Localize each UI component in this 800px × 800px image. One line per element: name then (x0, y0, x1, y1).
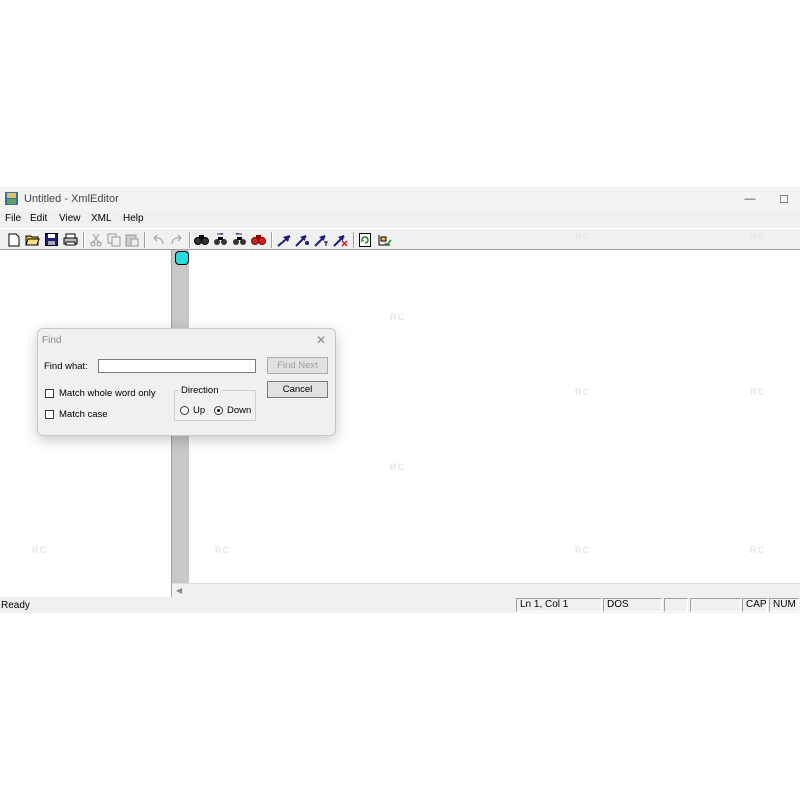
match-case-checkbox[interactable] (45, 410, 54, 419)
window-title: Untitled - XmlEditor (24, 193, 119, 205)
find-what-input[interactable] (98, 359, 256, 373)
watermark: RC (32, 545, 47, 555)
refresh-icon[interactable] (358, 232, 373, 247)
watermark: RC (750, 545, 765, 555)
menu-edit[interactable]: Edit (30, 213, 47, 224)
status-ready: Ready (1, 600, 30, 611)
watermark: RC (575, 545, 590, 555)
horizontal-scrollbar[interactable]: ◀ (172, 583, 800, 597)
match-whole-word-label: Match whole word only (59, 388, 156, 399)
minimize-button[interactable]: — (742, 190, 758, 208)
copy-icon[interactable] (106, 232, 121, 247)
status-panel-empty (664, 598, 688, 612)
direction-up-radio[interactable] (180, 406, 189, 415)
menu-bar: File Edit View XML Help (0, 211, 800, 228)
cancel-button[interactable]: Cancel (267, 381, 328, 398)
title-bar: Untitled - XmlEditor — ☐ (0, 187, 800, 211)
direction-up-label: Up (193, 405, 206, 416)
redo-icon[interactable] (169, 232, 184, 247)
watermark: RC (575, 387, 590, 397)
toolbar (0, 228, 800, 250)
close-icon[interactable]: ✕ (316, 333, 326, 347)
watermark: RC (390, 462, 405, 472)
status-line-endings: DOS (603, 598, 662, 612)
match-whole-word-checkbox[interactable] (45, 389, 54, 398)
menu-view[interactable]: View (59, 213, 81, 224)
find-dialog: Find ✕ Find what: Find Next Cancel Match… (37, 328, 336, 436)
scroll-left-icon[interactable]: ◀ (176, 586, 182, 595)
insert-attribute-icon[interactable] (295, 232, 310, 247)
undo-icon[interactable] (150, 232, 165, 247)
cut-icon[interactable] (88, 232, 103, 247)
find-previous-icon[interactable] (232, 232, 247, 247)
maximize-button[interactable]: ☐ (776, 190, 792, 208)
find-dialog-title: Find (42, 335, 62, 346)
watermark: RC (750, 387, 765, 397)
save-icon[interactable] (44, 232, 59, 247)
direction-label: Direction (179, 385, 221, 396)
direction-group: Direction Up Down (174, 385, 256, 421)
watermark: RC (575, 231, 590, 241)
insert-text-icon[interactable] (314, 232, 329, 247)
watermark: RC (215, 545, 230, 555)
match-case-label: Match case (59, 409, 108, 420)
menu-help[interactable]: Help (123, 213, 144, 224)
app-icon (5, 192, 18, 205)
find-icon[interactable] (194, 232, 209, 247)
open-icon[interactable] (25, 232, 40, 247)
status-bar: Ready Ln 1, Col 1 DOS CAP NUM (0, 597, 800, 613)
root-node-marker[interactable] (175, 251, 189, 265)
status-num: NUM (769, 598, 799, 612)
watermark: RC (390, 312, 405, 322)
direction-down-label: Down (227, 405, 252, 416)
find-next-button[interactable]: Find Next (267, 357, 328, 374)
direction-down-radio[interactable] (214, 406, 223, 415)
print-icon[interactable] (63, 232, 78, 247)
validate-icon[interactable] (377, 232, 392, 247)
replace-icon[interactable] (251, 232, 266, 247)
new-icon[interactable] (6, 232, 21, 247)
menu-file[interactable]: File (5, 213, 21, 224)
find-next-icon[interactable] (213, 232, 228, 247)
find-what-label: Find what: (44, 361, 88, 372)
watermark: RC (750, 231, 765, 241)
status-panel-empty (690, 598, 741, 612)
delete-node-icon[interactable] (333, 232, 348, 247)
status-position: Ln 1, Col 1 (516, 598, 602, 612)
insert-element-icon[interactable] (277, 232, 292, 247)
menu-xml[interactable]: XML (91, 213, 112, 224)
paste-icon[interactable] (124, 232, 139, 247)
status-caps: CAP (742, 598, 768, 612)
